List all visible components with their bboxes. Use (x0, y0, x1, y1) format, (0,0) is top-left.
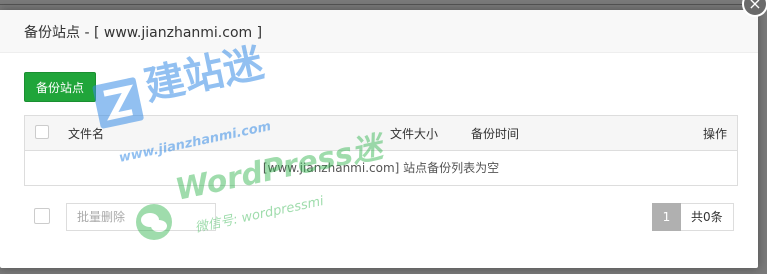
pagination: 1 共0条 (652, 203, 734, 231)
table-header: 文件名 文件大小 备份时间 操作 (25, 116, 737, 151)
backup-site-button[interactable]: 备份站点 (24, 72, 97, 102)
column-header-backup-time: 备份时间 (471, 127, 520, 141)
dialog-header: 备份站点 - [ www.jianzhanmi.com ] (0, 10, 758, 53)
select-all-checkbox[interactable] (35, 125, 49, 139)
column-header-actions: 操作 (703, 127, 728, 141)
backup-dialog: 备份站点 - [ www.jianzhanmi.com ] 备份站点 文件名 文… (0, 10, 758, 268)
backup-table: 文件名 文件大小 备份时间 操作 [www.jianzhanmi.com] 站点… (24, 115, 738, 186)
total-count: 共0条 (681, 203, 734, 231)
empty-state-text: [www.jianzhanmi.com] 站点备份列表为空 (262, 161, 500, 175)
dialog-title: 备份站点 - [ www.jianzhanmi.com ] (24, 25, 263, 41)
batch-delete-select[interactable] (66, 203, 216, 231)
footer-select-checkbox[interactable] (34, 208, 50, 224)
page-number-current[interactable]: 1 (652, 203, 681, 231)
column-header-filename: 文件名 (68, 127, 105, 141)
background-divider (0, 4, 767, 5)
column-header-filesize: 文件大小 (390, 127, 439, 141)
